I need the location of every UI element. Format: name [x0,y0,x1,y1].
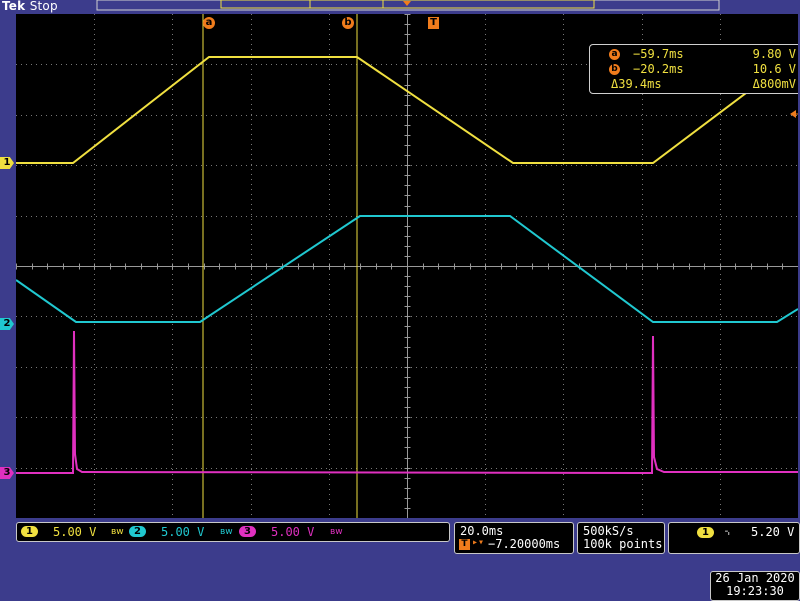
cursor-b-voltage: 10.6 V [752,62,796,76]
ch2-ground-marker[interactable]: 2 [0,318,14,330]
trigger-panel[interactable]: 1 ⌍ 5.20 V [668,522,800,554]
timebase-panel[interactable]: 20.0ms T ▸▾ −7.20000ms [454,522,574,554]
trigger-position-marker[interactable]: T [428,17,439,29]
sample-rate: 500kS/s [583,524,634,538]
waveform-display[interactable]: a b T a −59.7ms 9.80 V b −20.2ms 10.6 V … [16,14,798,518]
delta-time: Δ39.4ms [611,77,662,91]
date-time-display: 26 Jan 2020 19:23:30 [710,571,800,601]
trigger-level[interactable]: 5.20 V [751,525,794,539]
readout-row-a: a −59.7ms 9.80 V [590,47,798,62]
cursor-a-marker[interactable]: a [203,17,215,29]
cursor-b-tag: b [609,64,620,75]
readout-row-delta: Δ39.4ms Δ800mV [590,77,798,92]
cursor-readout: a −59.7ms 9.80 V b −20.2ms 10.6 V Δ39.4m… [589,44,798,94]
trigger-level-arrow-icon[interactable] [790,109,798,119]
cursor-b-marker[interactable]: b [342,17,354,29]
readout-row-b: b −20.2ms 10.6 V [590,62,798,77]
time-scale[interactable]: 20.0ms [460,524,503,538]
ch1-scale[interactable]: 5.00 V [53,525,96,539]
ch1-badge[interactable]: 1 [21,526,38,537]
horizontal-position[interactable]: −7.20000ms [488,537,560,551]
trigger-position-icon: T [459,539,470,550]
ch3-scale[interactable]: 5.00 V [271,525,314,539]
ch2-scale[interactable]: 5.00 V [161,525,204,539]
cursor-b-time: −20.2ms [633,62,684,76]
channel-scale-panel[interactable]: 1 5.00 V ʙw 2 5.00 V ʙw 3 5.00 V ʙw [16,522,450,542]
record-length: 100k points [583,537,663,551]
ch3-ground-marker[interactable]: 3 [0,467,14,479]
ch2-bandwidth-limit-icon: ʙw [220,527,233,537]
ch1-ground-marker[interactable]: 1 [0,157,14,169]
cursor-a-voltage: 9.80 V [752,47,796,61]
cursor-a-time: −59.7ms [633,47,684,61]
ch3-bandwidth-limit-icon: ʙw [330,527,343,537]
acquisition-panel[interactable]: 500kS/s 100k points [577,522,665,554]
cursor-a-tag: a [609,49,620,60]
ch1-bandwidth-limit-icon: ʙw [111,527,124,537]
falling-edge-icon: ⌍ [725,525,733,540]
ch3-trace [16,330,798,475]
arrow-icon: ▸▾ [472,537,485,548]
trigger-source-badge[interactable]: 1 [697,527,714,538]
status-bar: Tek Stop [0,0,800,14]
ch2-badge[interactable]: 2 [129,526,146,537]
record-view-indicator [96,0,720,11]
ch3-badge[interactable]: 3 [239,526,256,537]
ch2-trace [16,215,798,323]
delta-voltage: Δ800mV [752,77,796,91]
time-label: 19:23:30 [726,584,784,598]
